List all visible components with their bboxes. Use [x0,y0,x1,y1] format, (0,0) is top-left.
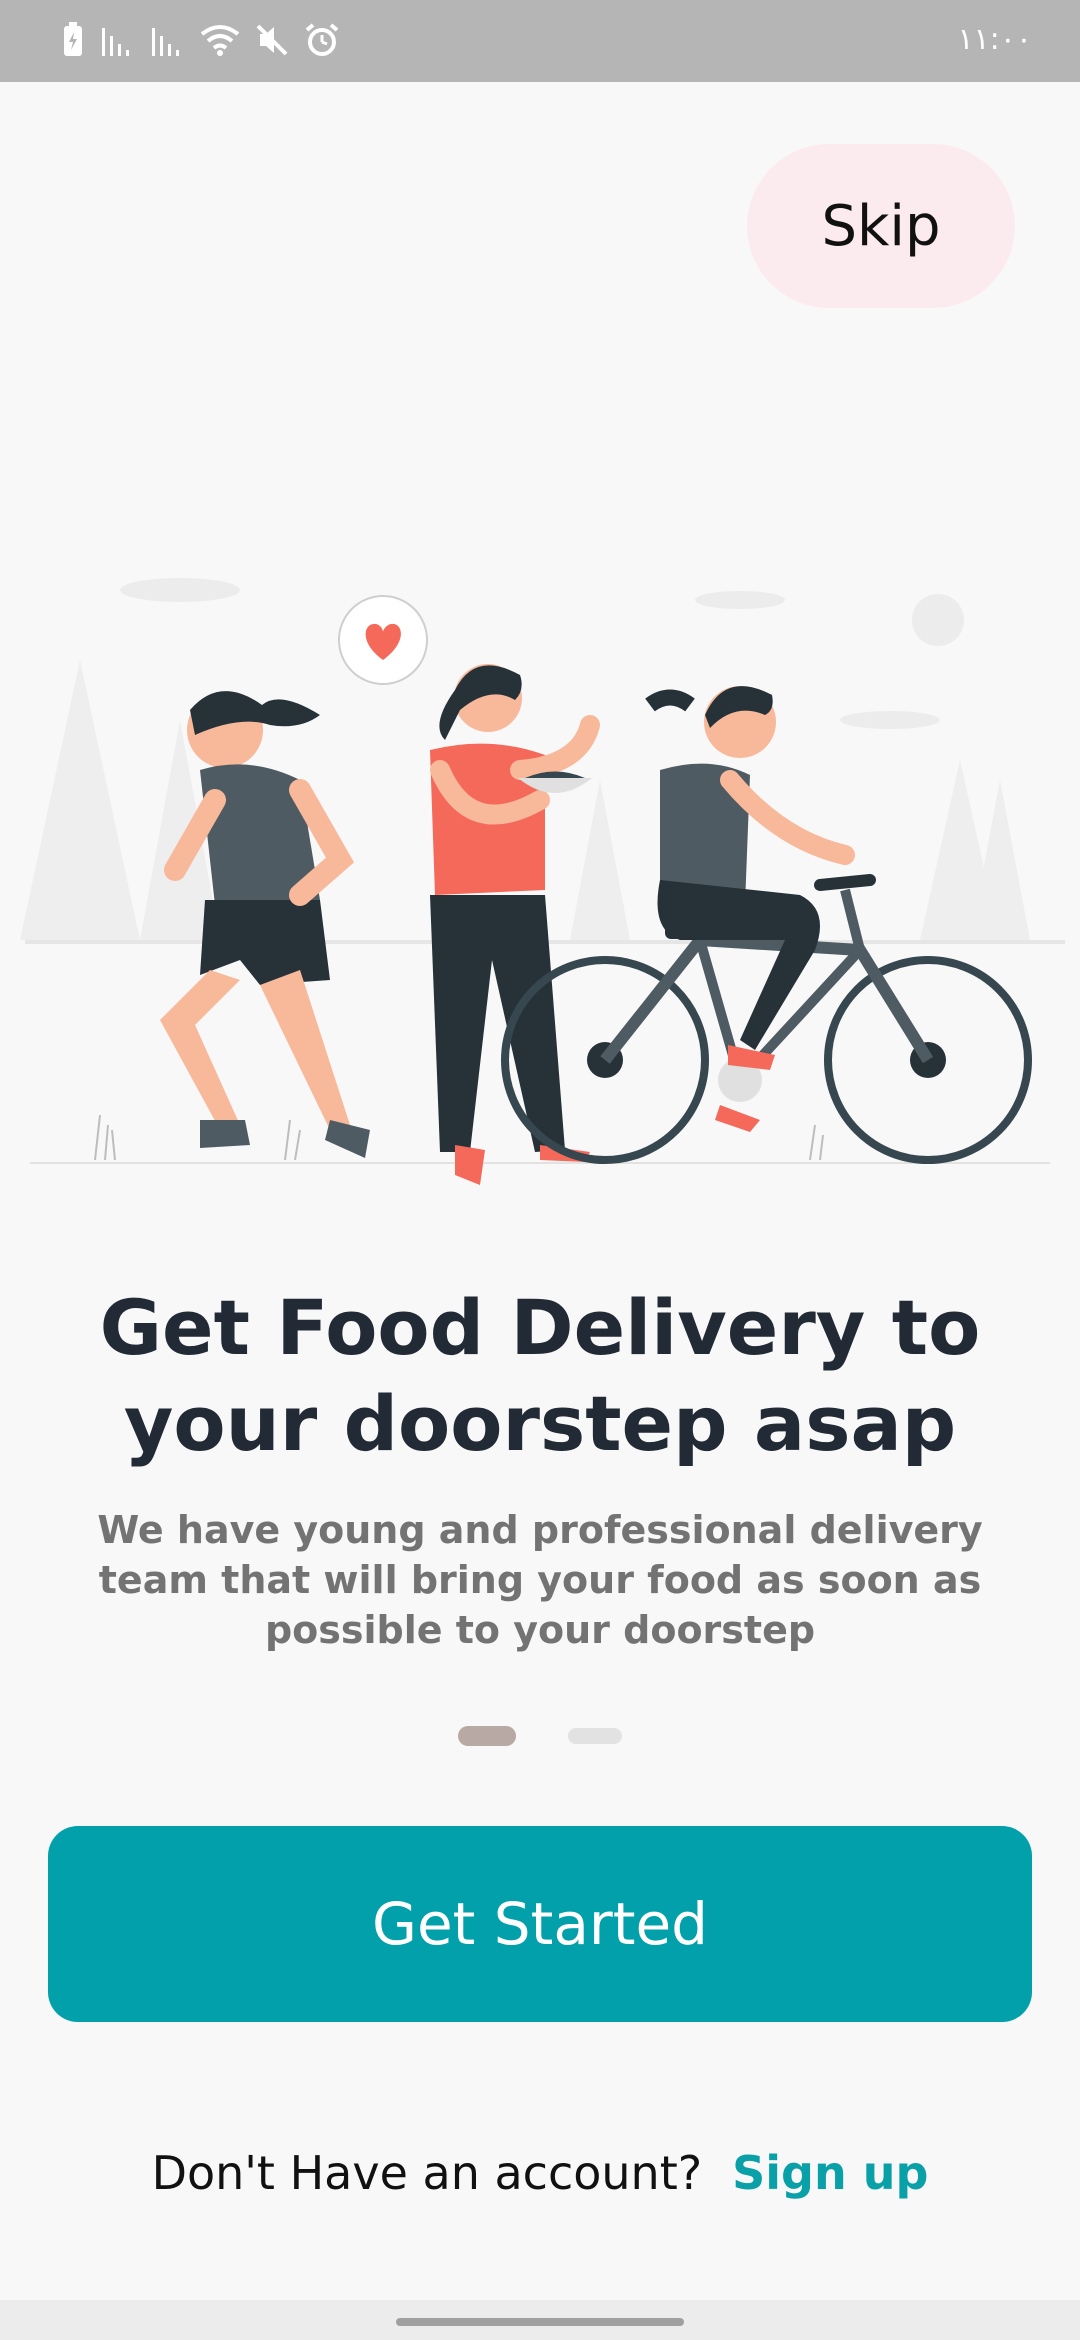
navigation-bar [0,2300,1080,2340]
onboarding-illustration [20,578,1065,1185]
woman-with-bowl-figure [430,664,600,1185]
heart-bubble-icon [338,595,428,685]
page-dot-inactive[interactable] [568,1728,622,1744]
skip-button[interactable]: Skip [747,144,1015,308]
signal-icon [152,28,179,56]
page-dot-active[interactable] [458,1726,516,1746]
status-time: ١١:٠٠ [957,22,1032,57]
wifi-icon [200,25,240,56]
signal-icon [102,28,129,56]
status-icons [60,22,340,58]
onboarding-description: We have young and professional delivery … [97,1508,983,1652]
onboarding-headline: Get Food Delivery to your doorstep asap [99,1283,981,1468]
status-bar: ١١:٠٠ [0,0,1080,82]
sun-icon [912,594,964,646]
signup-prompt: Don't Have an account? Sign up [0,2146,1080,2200]
home-gesture-handle[interactable] [396,2318,684,2326]
mute-icon [256,24,288,56]
page-indicator [0,1726,1080,1746]
get-started-button[interactable]: Get Started [48,1826,1032,2022]
battery-charging-icon [64,22,82,56]
account-prompt-text: Don't Have an account? [151,2146,703,2200]
alarm-icon [305,23,339,56]
sign-up-link[interactable]: Sign up [732,2146,928,2200]
